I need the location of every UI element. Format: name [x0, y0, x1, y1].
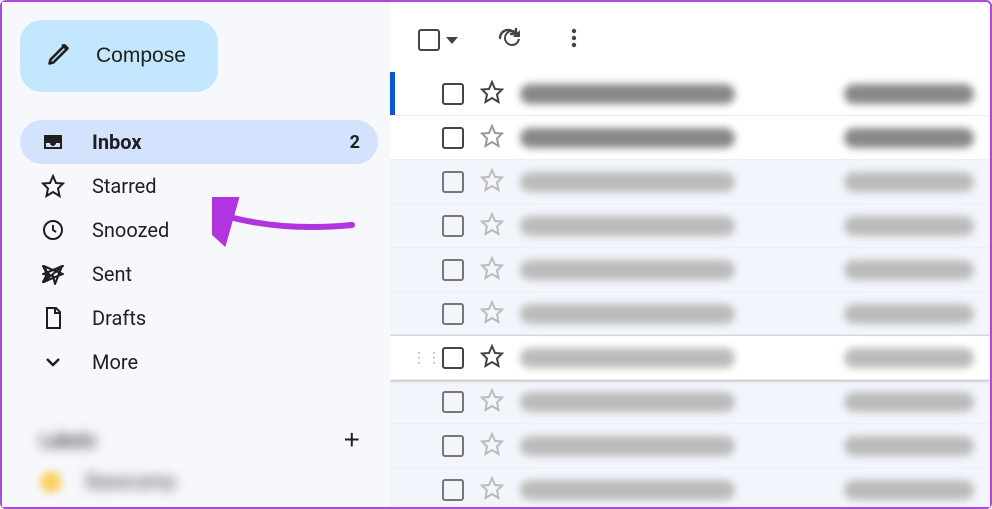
nav-item-sent[interactable]: Sent [20, 252, 378, 296]
star-button[interactable] [480, 432, 504, 460]
label-item[interactable]: Basecamp [20, 456, 378, 493]
nav-label: Drafts [92, 306, 360, 330]
subject-text [844, 84, 974, 104]
caret-down-icon [446, 37, 458, 44]
nav-item-snoozed[interactable]: Snoozed [20, 208, 378, 252]
toolbar [390, 8, 990, 72]
star-button[interactable] [480, 212, 504, 240]
nav-label: More [92, 350, 360, 374]
subject-text [844, 260, 974, 280]
row-checkbox[interactable] [442, 127, 464, 149]
star-button[interactable] [480, 124, 504, 152]
message-row[interactable]: ⋮⋮ [390, 248, 990, 292]
nav-item-starred[interactable]: Starred [20, 164, 378, 208]
add-label-button[interactable]: + [344, 424, 360, 456]
labels-header: Labels [40, 429, 96, 452]
message-row[interactable]: ⋮⋮ [390, 380, 990, 424]
message-row[interactable]: ⋮⋮ [390, 160, 990, 204]
nav-list: Inbox 2 Starred Snoozed Sent Drafts [20, 120, 378, 384]
row-checkbox[interactable] [442, 171, 464, 193]
message-list: ⋮⋮ ⋮⋮ ⋮⋮ ⋮⋮ [390, 72, 990, 507]
star-icon [40, 173, 66, 199]
message-row[interactable]: ⋮⋮ [390, 424, 990, 468]
message-row[interactable]: ⋮⋮ [390, 72, 990, 116]
row-checkbox[interactable] [442, 391, 464, 413]
subject-text [844, 392, 974, 412]
star-button[interactable] [480, 476, 504, 504]
row-checkbox[interactable] [442, 303, 464, 325]
nav-item-inbox[interactable]: Inbox 2 [20, 120, 378, 164]
compose-button[interactable]: Compose [20, 20, 218, 92]
row-checkbox[interactable] [442, 435, 464, 457]
sender-text [520, 84, 735, 104]
subject-text [844, 128, 974, 148]
sender-text [520, 304, 735, 324]
drag-handle-icon[interactable]: ⋮⋮ [412, 350, 426, 366]
file-icon [40, 305, 66, 331]
labels-header-row: Labels + [20, 424, 378, 456]
message-row[interactable]: ⋮⋮ [390, 336, 990, 380]
inbox-count: 2 [350, 132, 360, 153]
subject-text [844, 348, 974, 368]
row-checkbox[interactable] [442, 215, 464, 237]
main-panel: ⋮⋮ ⋮⋮ ⋮⋮ ⋮⋮ [390, 8, 990, 507]
checkbox-icon [418, 29, 440, 51]
select-all-checkbox[interactable] [418, 29, 458, 51]
star-button[interactable] [480, 300, 504, 328]
nav-item-drafts[interactable]: Drafts [20, 296, 378, 340]
row-checkbox[interactable] [442, 479, 464, 501]
sender-text [520, 128, 735, 148]
subject-text [844, 304, 974, 324]
message-row[interactable]: ⋮⋮ [390, 204, 990, 248]
inbox-icon [40, 129, 66, 155]
sender-text [520, 348, 735, 368]
message-row[interactable]: ⋮⋮ [390, 468, 990, 507]
more-button[interactable] [562, 26, 586, 54]
subject-text [844, 480, 974, 500]
nav-label: Snoozed [92, 218, 360, 242]
nav-item-more[interactable]: More [20, 340, 378, 384]
row-checkbox[interactable] [442, 347, 464, 369]
star-button[interactable] [480, 168, 504, 196]
star-button[interactable] [480, 80, 504, 108]
sender-text [520, 216, 735, 236]
compose-label: Compose [96, 44, 186, 68]
star-button[interactable] [480, 344, 504, 372]
send-icon [40, 261, 66, 287]
label-name: Basecamp [86, 470, 176, 493]
row-checkbox[interactable] [442, 259, 464, 281]
nav-label: Sent [92, 262, 360, 286]
row-checkbox[interactable] [442, 83, 464, 105]
pencil-icon [46, 39, 74, 73]
sidebar: Compose Inbox 2 Starred Snoozed Sent [2, 2, 390, 507]
subject-text [844, 172, 974, 192]
label-color-swatch [40, 471, 62, 493]
sender-text [520, 172, 735, 192]
sender-text [520, 436, 735, 456]
subject-text [844, 216, 974, 236]
refresh-button[interactable] [496, 26, 524, 54]
clock-icon [40, 217, 66, 243]
subject-text [844, 436, 974, 456]
sender-text [520, 392, 735, 412]
sender-text [520, 480, 735, 500]
message-row[interactable]: ⋮⋮ [390, 292, 990, 336]
star-button[interactable] [480, 256, 504, 284]
nav-label: Starred [92, 174, 360, 198]
chevron-down-icon [40, 349, 66, 375]
star-button[interactable] [480, 388, 504, 416]
message-row[interactable]: ⋮⋮ [390, 116, 990, 160]
nav-label: Inbox [92, 130, 324, 154]
sender-text [520, 260, 735, 280]
